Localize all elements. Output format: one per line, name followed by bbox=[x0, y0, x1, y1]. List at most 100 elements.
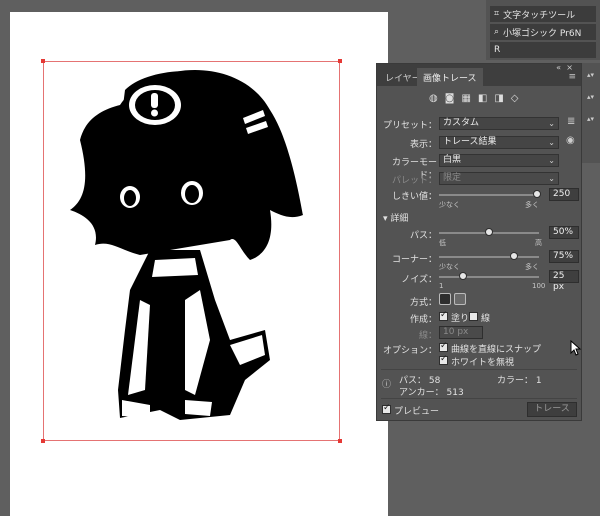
threshold-value-field[interactable]: 250 bbox=[549, 188, 579, 201]
panel-header: レイヤー 画像トレース « × ≡ bbox=[377, 63, 581, 86]
threshold-min: 少なく bbox=[439, 201, 460, 209]
preset-dropdown[interactable]: カスタム ⌄ bbox=[439, 117, 559, 130]
threshold-max: 多く bbox=[525, 201, 539, 209]
search-icon: ⌕ bbox=[494, 27, 500, 37]
preset-label: プリセット： bbox=[382, 121, 437, 131]
corner-label: コーナー： bbox=[391, 255, 437, 265]
path-value-field[interactable]: 50% bbox=[549, 226, 579, 239]
stroke-width-label: 線： bbox=[418, 331, 437, 341]
high-color-icon[interactable]: ◙ bbox=[445, 93, 455, 107]
snap-label: 曲線を直線にスナップ bbox=[451, 345, 542, 355]
preview-checkbox[interactable] bbox=[382, 403, 391, 414]
stats-anchor-label: アンカー： bbox=[399, 388, 444, 398]
image-trace-panel: レイヤー 画像トレース « × ≡ ◍ ◙ ▦ ◧ ◨ ◇ プリセット： カスタ… bbox=[376, 63, 582, 421]
collapse-icon[interactable]: « bbox=[556, 63, 561, 72]
view-dropdown[interactable]: トレース結果 ⌄ bbox=[439, 136, 559, 149]
snap-checkbox[interactable] bbox=[439, 341, 448, 352]
font-family-value: 小塚ゴシック Pr6N bbox=[503, 28, 582, 39]
corner-value-field[interactable]: 75% bbox=[549, 250, 579, 263]
selection-handle[interactable] bbox=[338, 439, 342, 443]
path-label: パス： bbox=[409, 231, 437, 241]
selection-handle[interactable] bbox=[338, 59, 342, 63]
tool-panel: ⌗ 文字タッチツール ⌕ 小塚ゴシック Pr6N R bbox=[486, 0, 600, 60]
view-label: 表示： bbox=[409, 140, 437, 150]
palette-dropdown: 限定 ⌄ bbox=[439, 172, 559, 185]
touch-type-icon: ⌗ bbox=[494, 9, 500, 19]
stroke-width-field: 10 px bbox=[439, 326, 483, 339]
corner-max: 多く bbox=[525, 263, 539, 271]
stepper-icon[interactable]: ▴▾ bbox=[587, 71, 594, 79]
corner-min: 少なく bbox=[439, 263, 460, 271]
panel-menu-icon[interactable]: ≡ bbox=[568, 72, 576, 82]
chevron-down-icon: ⌄ bbox=[548, 156, 555, 165]
noise-min: 1 bbox=[439, 282, 444, 290]
touch-type-label: 文字タッチツール bbox=[503, 10, 576, 21]
panel-dock-strip: ▴▾ ▴▾ ▴▾ bbox=[582, 63, 600, 163]
corner-slider[interactable] bbox=[439, 256, 539, 258]
chevron-down-icon: ⌄ bbox=[548, 174, 555, 183]
stepper-icon[interactable]: ▴▾ bbox=[587, 115, 594, 123]
details-label: 詳細 bbox=[390, 214, 409, 224]
noise-label: ノイズ： bbox=[401, 275, 437, 285]
palette-label: パレット： bbox=[391, 176, 437, 186]
ignore-white-label: ホワイトを無視 bbox=[451, 358, 515, 368]
divider bbox=[381, 398, 577, 399]
ignore-white-checkbox[interactable] bbox=[439, 354, 448, 365]
close-icon[interactable]: × bbox=[566, 63, 573, 72]
path-max: 高 bbox=[535, 239, 542, 247]
stats-color: カラー： 1 bbox=[497, 373, 542, 386]
method-label: 方式： bbox=[409, 298, 437, 308]
font-style-value: R bbox=[494, 45, 501, 55]
stats-anchor-value: 513 bbox=[446, 388, 464, 398]
stroke-checkbox[interactable] bbox=[469, 312, 478, 321]
selection-handle[interactable] bbox=[41, 439, 45, 443]
palette-value: 限定 bbox=[443, 173, 462, 183]
outline-icon[interactable]: ◇ bbox=[511, 93, 519, 107]
abutting-method-icon[interactable] bbox=[439, 293, 451, 305]
details-toggle[interactable]: ▾ 詳細 bbox=[383, 211, 408, 224]
auto-color-icon[interactable]: ◍ bbox=[429, 93, 438, 107]
trace-button[interactable]: トレース bbox=[527, 402, 577, 417]
path-knob[interactable] bbox=[485, 228, 493, 236]
cursor-icon bbox=[570, 340, 582, 356]
touch-type-tool[interactable]: ⌗ 文字タッチツール bbox=[490, 6, 596, 22]
overlapping-method-icon[interactable] bbox=[454, 293, 466, 305]
threshold-slider[interactable] bbox=[439, 194, 539, 196]
options-label: オプション： bbox=[382, 346, 437, 356]
stepper-icon[interactable]: ▴▾ bbox=[587, 93, 594, 101]
noise-max: 100 bbox=[532, 282, 546, 290]
list-icon[interactable]: ≣ bbox=[567, 116, 575, 127]
stats-color-value: 1 bbox=[535, 376, 542, 386]
color-mode-value: 白黒 bbox=[443, 155, 462, 165]
corner-knob[interactable] bbox=[510, 252, 518, 260]
selection-handle[interactable] bbox=[41, 59, 45, 63]
low-color-icon[interactable]: ▦ bbox=[461, 93, 470, 107]
threshold-label: しきい値： bbox=[391, 192, 437, 202]
noise-value-field[interactable]: 25 px bbox=[549, 270, 579, 292]
path-min: 低 bbox=[439, 239, 446, 247]
stroke-label: 線 bbox=[481, 314, 491, 324]
font-style-field[interactable]: R bbox=[490, 42, 596, 58]
font-family-field[interactable]: ⌕ 小塚ゴシック Pr6N bbox=[490, 24, 596, 40]
fill-checkbox[interactable] bbox=[439, 310, 448, 321]
create-label: 作成： bbox=[409, 315, 437, 325]
noise-knob[interactable] bbox=[459, 272, 467, 280]
eye-icon[interactable]: ◉ bbox=[566, 135, 575, 146]
divider bbox=[381, 369, 577, 370]
chevron-down-icon: ⌄ bbox=[548, 138, 555, 147]
color-mode-dropdown[interactable]: 白黒 ⌄ bbox=[439, 154, 559, 167]
stats-color-label: カラー： bbox=[497, 376, 534, 386]
preset-value: カスタム bbox=[443, 118, 480, 128]
preview-label: プレビュー bbox=[394, 407, 440, 417]
info-icon: ⓘ bbox=[382, 380, 392, 390]
view-value: トレース結果 bbox=[443, 137, 497, 147]
black-white-icon[interactable]: ◨ bbox=[494, 93, 503, 107]
fill-label: 塗り bbox=[451, 314, 470, 324]
preset-icon-row: ◍ ◙ ▦ ◧ ◨ ◇ bbox=[429, 93, 549, 107]
threshold-knob[interactable] bbox=[533, 190, 541, 198]
chevron-down-icon: ⌄ bbox=[548, 119, 555, 128]
grayscale-icon[interactable]: ◧ bbox=[478, 93, 487, 107]
noise-slider[interactable] bbox=[439, 276, 539, 278]
selection-bounds[interactable] bbox=[41, 59, 342, 443]
tab-image-trace[interactable]: 画像トレース bbox=[417, 68, 483, 86]
